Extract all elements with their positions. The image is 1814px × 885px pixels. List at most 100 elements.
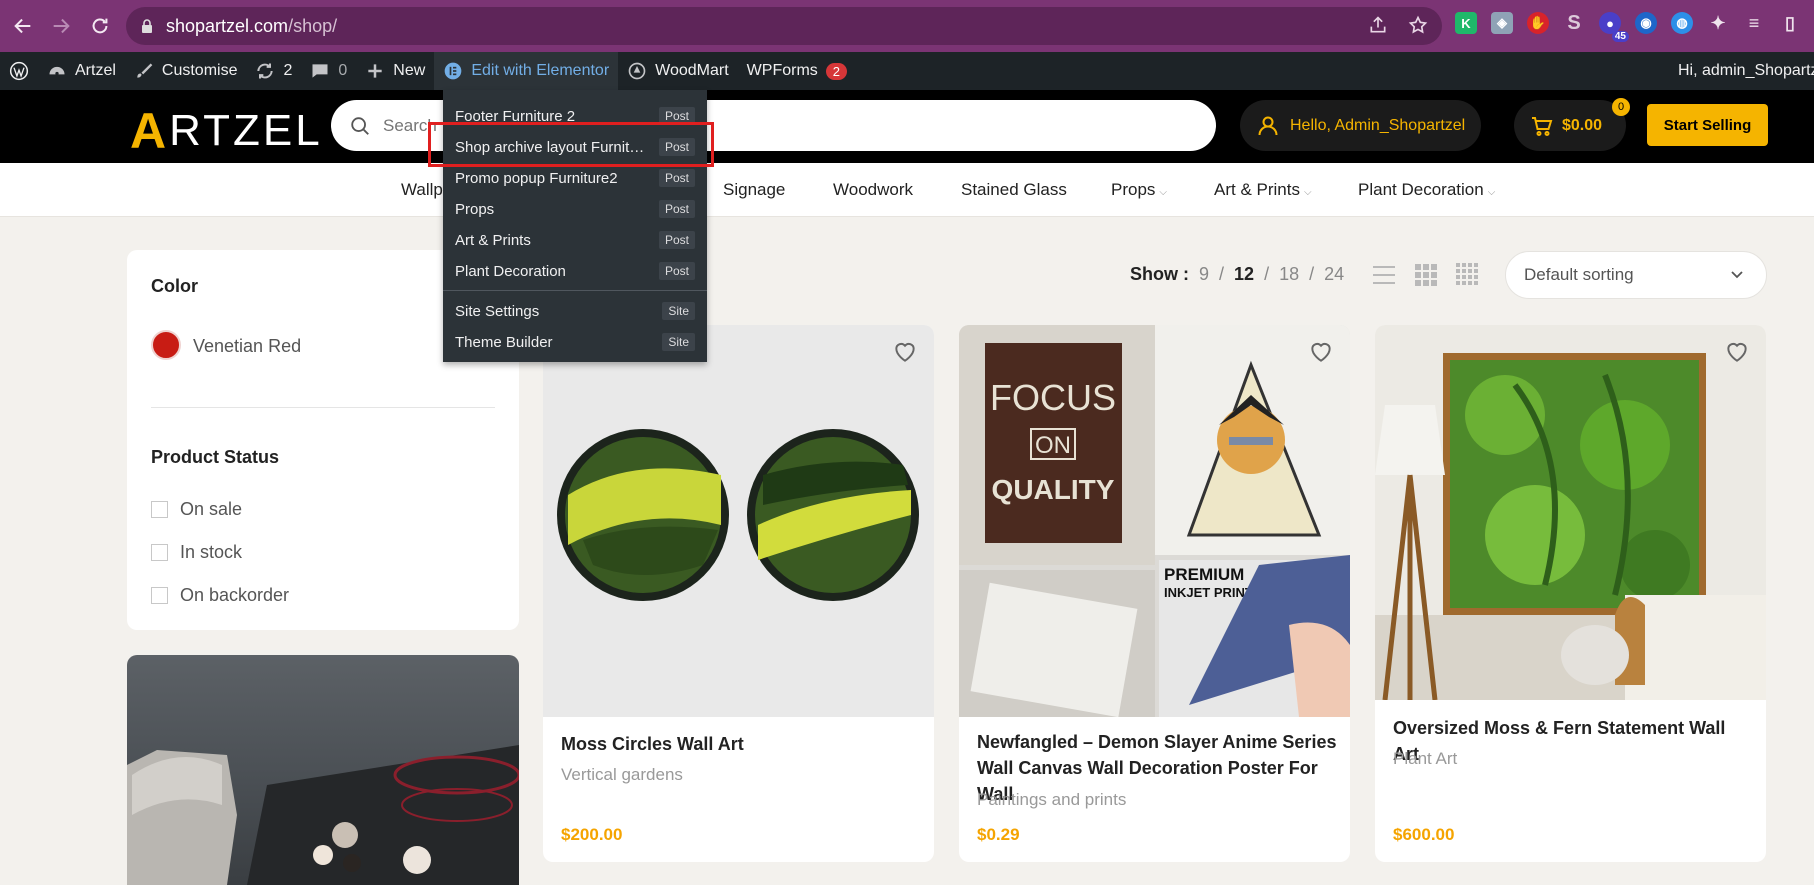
customise-link[interactable]: Customise xyxy=(125,52,247,90)
browser-toolbar: shopartzel.com/shop/ K ◈ ✋ S ● 45 ◉ ◍ ✦ ≡… xyxy=(0,0,1814,52)
extension-shield-icon[interactable]: ◈ xyxy=(1491,12,1513,34)
menu-item-theme-builder[interactable]: Theme Builder Site xyxy=(443,327,707,358)
menu-item-plant-decoration[interactable]: Plant Decoration Post xyxy=(443,256,707,287)
sidebar-promo-banner[interactable] xyxy=(127,655,519,885)
wishlist-heart-icon[interactable] xyxy=(892,339,918,365)
extension-circle-icon[interactable]: ◉ xyxy=(1635,12,1657,34)
filter-on-sale[interactable]: On sale xyxy=(151,499,242,520)
product-category[interactable]: Paintings and prints xyxy=(977,790,1126,810)
checkbox[interactable] xyxy=(151,587,168,604)
product-category[interactable]: Vertical gardens xyxy=(561,765,683,785)
wordpress-logo-icon[interactable] xyxy=(0,52,38,90)
wishlist-heart-icon[interactable] xyxy=(1724,339,1750,365)
grid-3-icon[interactable] xyxy=(1413,262,1439,288)
category-props[interactable]: Props ⌵ xyxy=(1111,180,1167,200)
product-title[interactable]: Moss Circles Wall Art xyxy=(561,731,921,757)
menu-item-art-prints[interactable]: Art & Prints Post xyxy=(443,225,707,256)
sorting-select[interactable]: Default sorting xyxy=(1505,251,1767,299)
checkbox[interactable] xyxy=(151,544,168,561)
category-plant-decoration[interactable]: Plant Decoration ⌵ xyxy=(1358,180,1495,200)
bookmark-star-icon[interactable] xyxy=(1408,15,1428,35)
view-mode-switcher xyxy=(1371,262,1481,288)
category-wallpaper[interactable]: Wallp xyxy=(401,180,443,200)
extension-s-icon[interactable]: S xyxy=(1563,12,1585,34)
category-stained-glass[interactable]: Stained Glass xyxy=(961,180,1067,200)
product-image-moss-circles[interactable] xyxy=(543,325,934,717)
edit-with-elementor-menu[interactable]: Edit with Elementor xyxy=(434,52,619,90)
wpforms-label: WPForms xyxy=(746,62,818,79)
site-header: ARTZEL Hello, Admin_Shopartzel $0.00 0 S… xyxy=(0,90,1814,163)
comments-link[interactable]: 0 xyxy=(301,52,356,90)
svg-text:PREMIUM: PREMIUM xyxy=(1164,565,1244,584)
per-page-24[interactable]: 24 xyxy=(1324,264,1344,285)
woodmart-link[interactable]: WoodMart xyxy=(618,52,738,90)
per-page-18[interactable]: 18 xyxy=(1279,264,1299,285)
address-bar[interactable]: shopartzel.com/shop/ xyxy=(126,7,1442,45)
category-signage[interactable]: Signage xyxy=(723,180,785,200)
menu-item-props[interactable]: Props Post xyxy=(443,194,707,225)
product-card[interactable]: Moss Circles Wall Art Vertical gardens $… xyxy=(543,325,934,862)
cart-button[interactable]: $0.00 xyxy=(1514,100,1626,151)
product-category[interactable]: Plant Art xyxy=(1393,749,1457,769)
filter-on-backorder[interactable]: On backorder xyxy=(151,585,289,606)
per-page-selector: Show : 9/ 12/ 18/ 24 xyxy=(1130,264,1345,285)
filter-divider xyxy=(151,407,495,408)
dashboard-gauge-icon xyxy=(49,66,65,76)
extension-badge-icon[interactable]: ● 45 xyxy=(1599,12,1629,42)
woodmart-icon xyxy=(628,62,646,80)
account-button[interactable]: Hello, Admin_Shopartzel xyxy=(1240,100,1482,151)
reading-list-icon[interactable]: ≡ xyxy=(1743,12,1765,34)
color-filter-title: Color xyxy=(151,276,198,296)
extensions-puzzle-icon[interactable]: ✦ xyxy=(1707,12,1729,34)
product-image-moss-fern[interactable] xyxy=(1375,325,1766,700)
type-tag: Post xyxy=(658,169,695,187)
color-swatch-label[interactable]: Venetian Red xyxy=(193,336,301,357)
back-icon[interactable] xyxy=(4,7,42,45)
share-icon[interactable] xyxy=(1368,15,1388,35)
cart-icon xyxy=(1532,116,1553,136)
menu-item-promo-popup[interactable]: Promo popup Furniture2 Post xyxy=(443,163,707,194)
per-page-12[interactable]: 12 xyxy=(1234,264,1254,285)
extension-globe-icon[interactable]: ◍ xyxy=(1671,12,1693,34)
wishlist-heart-icon[interactable] xyxy=(1308,339,1334,365)
product-card[interactable]: Oversized Moss & Fern Statement Wall Art… xyxy=(1375,325,1766,862)
new-content-link[interactable]: New xyxy=(356,52,434,90)
checkbox[interactable] xyxy=(151,501,168,518)
product-price: $0.29 xyxy=(977,825,1020,844)
type-tag: Post xyxy=(658,262,695,280)
chevron-down-icon xyxy=(1731,271,1743,279)
filter-in-stock[interactable]: In stock xyxy=(151,542,242,563)
category-nav: Wallp Signage Woodwork Stained Glass Pro… xyxy=(0,163,1814,217)
reload-icon[interactable] xyxy=(81,7,119,45)
list-view-icon[interactable] xyxy=(1371,262,1397,288)
extension-hand-icon[interactable]: ✋ xyxy=(1527,12,1549,34)
forward-icon[interactable] xyxy=(42,7,80,45)
product-image-anime-poster[interactable]: FOCUS ON QUALITY PREMIUM INKJET PRINT xyxy=(959,325,1350,717)
extension-k-icon[interactable]: K xyxy=(1455,12,1477,34)
brush-icon xyxy=(137,63,153,78)
site-logo[interactable]: A RTZEL xyxy=(130,102,323,160)
user-icon xyxy=(1258,116,1278,135)
side-panel-icon[interactable]: ▯ xyxy=(1779,12,1801,34)
wpforms-link[interactable]: WPForms 2 xyxy=(738,52,856,90)
site-name: Artzel xyxy=(75,62,116,79)
per-page-9[interactable]: 9 xyxy=(1199,264,1209,285)
menu-item-site-settings[interactable]: Site Settings Site xyxy=(443,296,707,327)
start-selling-button[interactable]: Start Selling xyxy=(1647,104,1768,146)
category-woodwork[interactable]: Woodwork xyxy=(833,180,913,200)
chevron-down-icon: ⌵ xyxy=(1159,187,1168,198)
sorting-value: Default sorting xyxy=(1524,265,1634,284)
account-greeting: Hi, admin_Shopartzel xyxy=(1678,62,1814,79)
type-tag: Post xyxy=(658,200,695,218)
admin-site-link[interactable]: Artzel xyxy=(38,52,125,90)
type-tag: Site xyxy=(662,333,695,351)
grid-4-icon[interactable] xyxy=(1455,262,1481,288)
type-tag: Site xyxy=(662,302,695,320)
color-swatch-venetian-red[interactable] xyxy=(151,330,181,360)
product-card[interactable]: FOCUS ON QUALITY PREMIUM INKJET PRINT Ne… xyxy=(959,325,1350,862)
category-art-prints[interactable]: Art & Prints ⌵ xyxy=(1214,180,1312,200)
plus-icon xyxy=(368,64,382,78)
chevron-down-icon: ⌵ xyxy=(1487,187,1496,198)
comment-bubble-icon xyxy=(312,64,328,78)
updates-link[interactable]: 2 xyxy=(246,52,301,90)
